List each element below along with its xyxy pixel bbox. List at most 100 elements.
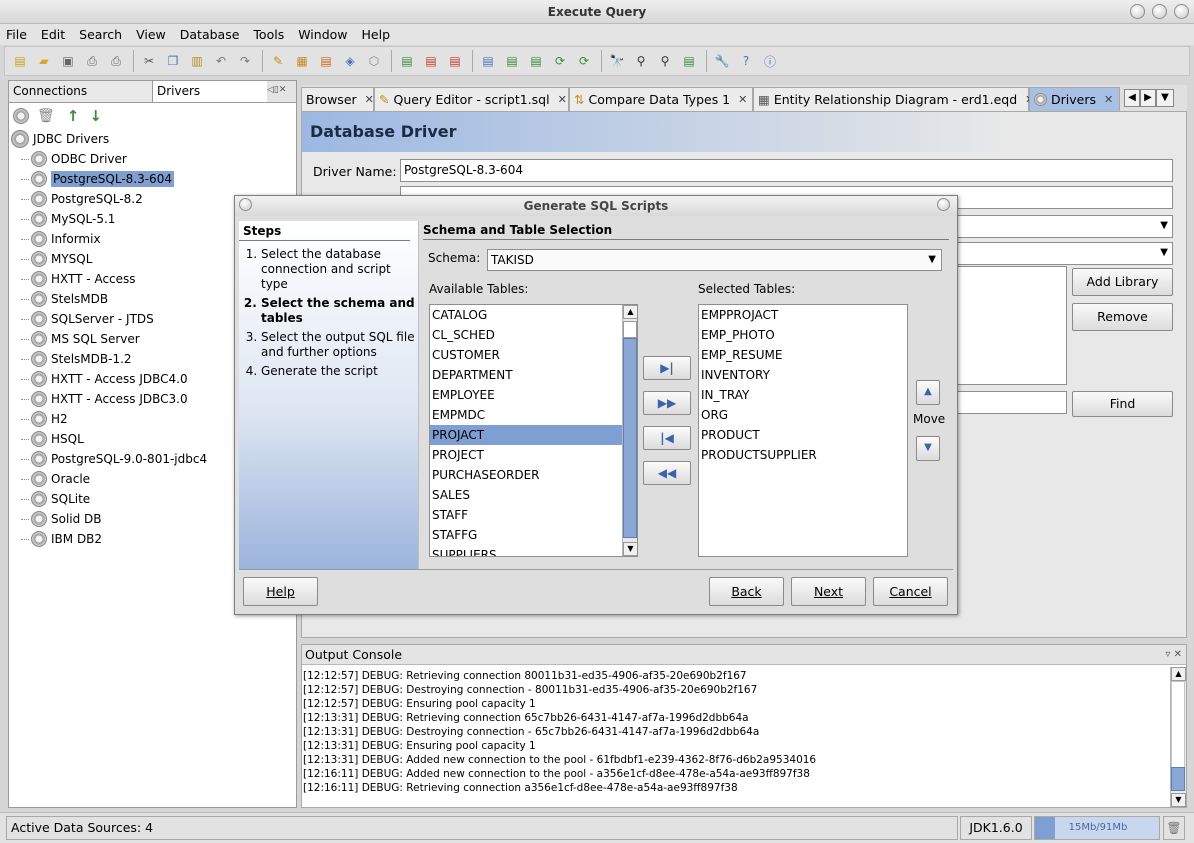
selected-table-item[interactable]: IN_TRAY: [699, 385, 907, 405]
browser-icon[interactable]: ▦: [293, 52, 311, 70]
jdbc-version-select[interactable]: ▼: [957, 242, 1173, 265]
connections-icon[interactable]: ▤: [317, 52, 335, 70]
selected-table-item[interactable]: EMP_PHOTO: [699, 325, 907, 345]
move-one-left-button[interactable]: |◀: [643, 426, 691, 450]
erd-icon[interactable]: ◈: [341, 52, 359, 70]
scroll-thumb[interactable]: [623, 338, 637, 538]
driver-tree-item[interactable]: PostgreSQL-8.3-604: [11, 169, 296, 189]
save-icon[interactable]: ▣: [59, 52, 77, 70]
database-type-select[interactable]: ▼: [957, 215, 1173, 238]
available-table-item[interactable]: STAFF: [430, 505, 622, 525]
console-scrollbar[interactable]: ▲ ▼: [1170, 667, 1186, 807]
close-icon[interactable]: ✕: [738, 93, 747, 106]
available-table-item[interactable]: SUPPLIERS: [430, 545, 622, 557]
move-all-left-button[interactable]: ◀◀: [643, 461, 691, 485]
class-name-field[interactable]: [957, 391, 1067, 414]
replace-icon[interactable]: ▤: [680, 52, 698, 70]
selected-table-item[interactable]: EMP_RESUME: [699, 345, 907, 365]
delete-driver-icon[interactable]: 🗑: [37, 108, 55, 124]
sql-history-icon[interactable]: ▤: [527, 52, 545, 70]
undo-icon[interactable]: ↶: [212, 52, 230, 70]
tab-browser[interactable]: Browser✕: [301, 87, 374, 111]
selected-table-item[interactable]: PRODUCT: [699, 425, 907, 445]
maximize-button[interactable]: [1152, 4, 1167, 19]
available-table-item[interactable]: STAFFG: [430, 525, 622, 545]
tab-drivers[interactable]: Drivers✕: [1029, 87, 1120, 111]
help-button[interactable]: Help: [243, 577, 318, 606]
find-previous-icon[interactable]: ⚲: [656, 52, 674, 70]
available-table-item[interactable]: DEPARTMENT: [430, 365, 622, 385]
back-button[interactable]: Back: [709, 577, 784, 606]
driver-tree-item[interactable]: ODBC Driver: [11, 149, 296, 169]
available-table-item[interactable]: PURCHASEORDER: [430, 465, 622, 485]
find-button[interactable]: Find: [1072, 391, 1173, 417]
move-one-right-button[interactable]: ▶|: [643, 356, 691, 380]
open-folder-icon[interactable]: ▰: [35, 52, 53, 70]
search-icon[interactable]: 🔭: [608, 52, 626, 70]
new-file-icon[interactable]: ▤: [11, 52, 29, 70]
selected-table-item[interactable]: EMPPROJACT: [699, 305, 907, 325]
move-up-button[interactable]: ▲: [916, 380, 940, 405]
library-path-list[interactable]: [957, 266, 1067, 385]
menu-item-database[interactable]: Database: [180, 27, 240, 42]
driver-name-field[interactable]: PostgreSQL-8.3-604: [400, 159, 1173, 182]
tab-compare-data-types[interactable]: ⇅Compare Data Types 1✕: [569, 87, 753, 111]
remove-button[interactable]: Remove: [1072, 303, 1173, 331]
available-scrollbar[interactable]: ▲ ▼: [622, 305, 637, 556]
import-icon[interactable]: ▤: [398, 52, 416, 70]
available-table-item[interactable]: PROJECT: [430, 445, 622, 465]
available-table-item[interactable]: CL_SCHED: [430, 325, 622, 345]
tab-scroll-right-icon[interactable]: ▶: [1140, 89, 1156, 107]
menu-item-help[interactable]: Help: [362, 27, 391, 42]
about-icon[interactable]: ⓘ: [761, 52, 779, 70]
tab-scroll-left-icon[interactable]: ◀: [1124, 89, 1140, 107]
compare-icon[interactable]: ⬡: [365, 52, 383, 70]
close-icon[interactable]: ✕: [558, 93, 567, 106]
export-icon[interactable]: ▤: [422, 52, 440, 70]
execute-script-icon[interactable]: ▤: [503, 52, 521, 70]
scroll-up-icon[interactable]: ▲: [1171, 667, 1186, 681]
selected-table-item[interactable]: ORG: [699, 405, 907, 425]
menu-item-window[interactable]: Window: [298, 27, 347, 42]
cancel-button[interactable]: Cancel: [873, 577, 948, 606]
schema-select[interactable]: TAKISD ▼: [487, 249, 942, 271]
scroll-thumb[interactable]: [1171, 767, 1185, 791]
copy-icon[interactable]: ❐: [164, 52, 182, 70]
dialog-menu-button[interactable]: [239, 198, 252, 211]
close-icon[interactable]: ✕: [365, 93, 374, 106]
available-table-item[interactable]: PROJACT: [430, 425, 622, 445]
redo-icon[interactable]: ↷: [236, 52, 254, 70]
console-controls-icon[interactable]: ▿ ✕: [1165, 645, 1182, 665]
print-icon[interactable]: ⎙: [107, 52, 125, 70]
menu-item-view[interactable]: View: [136, 27, 166, 42]
preferences-icon[interactable]: 🔧: [713, 52, 731, 70]
available-table-item[interactable]: SALES: [430, 485, 622, 505]
scroll-down-icon[interactable]: ▼: [1171, 793, 1186, 807]
available-table-item[interactable]: EMPMDC: [430, 405, 622, 425]
delete-table-icon[interactable]: ▤: [446, 52, 464, 70]
menu-item-edit[interactable]: Edit: [41, 27, 65, 42]
minimize-button[interactable]: [1130, 4, 1145, 19]
available-table-item[interactable]: CUSTOMER: [430, 345, 622, 365]
query-editor-icon[interactable]: ✎: [269, 52, 287, 70]
close-icon[interactable]: ✕: [1104, 93, 1113, 106]
scroll-down-icon[interactable]: ▼: [623, 542, 638, 556]
paste-icon[interactable]: ▥: [188, 52, 206, 70]
print-preview-icon[interactable]: ⎙: [83, 52, 101, 70]
refresh-icon[interactable]: ⟳: [551, 52, 569, 70]
menu-item-search[interactable]: Search: [79, 27, 122, 42]
cut-icon[interactable]: ✂: [140, 52, 158, 70]
selected-tables-list[interactable]: EMPPROJACTEMP_PHOTOEMP_RESUMEINVENTORYIN…: [698, 304, 908, 557]
add-driver-icon[interactable]: [13, 108, 29, 124]
generate-scripts-icon[interactable]: ▤: [479, 52, 497, 70]
available-tables-list[interactable]: CATALOGCL_SCHEDCUSTOMERDEPARTMENTEMPLOYE…: [429, 304, 638, 557]
tree-root[interactable]: JDBC Drivers: [11, 129, 296, 149]
tab-erd[interactable]: ▦Entity Relationship Diagram - erd1.eqd✕: [753, 87, 1029, 111]
panel-controls-icon[interactable]: ◁▯✕: [267, 81, 286, 102]
close-button[interactable]: [1174, 4, 1189, 19]
menu-item-tools[interactable]: Tools: [253, 27, 284, 42]
move-all-right-button[interactable]: ▶▶: [643, 391, 691, 415]
dialog-close-button[interactable]: [937, 198, 950, 211]
move-down-icon[interactable]: ↓: [89, 107, 102, 125]
tab-connections[interactable]: Connections: [9, 81, 153, 102]
